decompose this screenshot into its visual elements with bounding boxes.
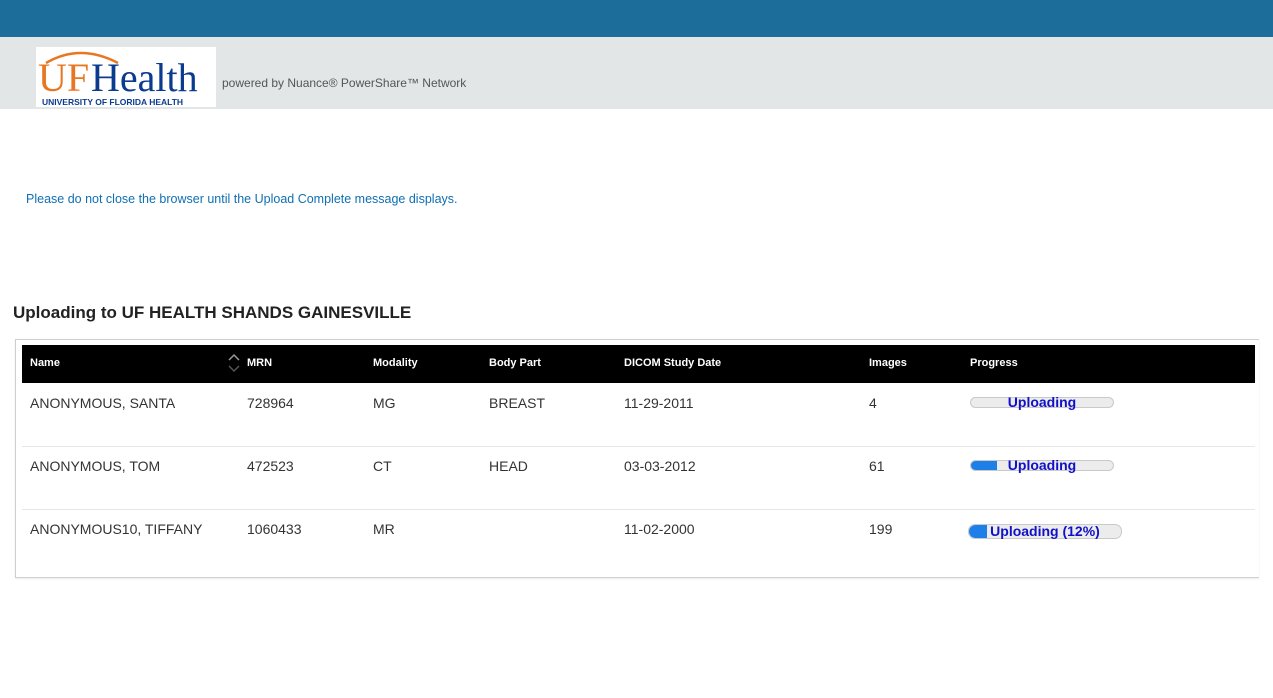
powered-by-text: powered by Nuance® PowerShare™ Network — [222, 76, 467, 90]
cell-body-part: BREAST — [489, 395, 546, 411]
cell-study-date: 03-03-2012 — [624, 458, 696, 474]
table-row[interactable]: ANONYMOUS, TOM 472523 CT HEAD 03-03-2012… — [22, 446, 1255, 510]
svg-text:UNIVERSITY OF FLORIDA HEALTH: UNIVERSITY OF FLORIDA HEALTH — [42, 97, 183, 107]
progress-bar: Uploading — [970, 394, 1114, 410]
col-body-part-header[interactable]: Body Part — [489, 357, 541, 369]
cell-modality: CT — [373, 458, 392, 474]
col-mrn-header[interactable]: MRN — [247, 357, 272, 369]
col-images-header[interactable]: Images — [869, 357, 907, 369]
upload-destination-title: Uploading to UF HEALTH SHANDS GAINESVILL… — [13, 303, 411, 323]
col-progress-header[interactable]: Progress — [970, 357, 1018, 369]
upload-prefix: Uploading to — [13, 303, 122, 322]
cell-mrn: 1060433 — [247, 521, 302, 537]
cell-mrn: 728964 — [247, 395, 294, 411]
cell-name: ANONYMOUS, TOM — [30, 458, 161, 474]
upload-notice: Please do not close the browser until th… — [26, 192, 458, 206]
col-name-header[interactable]: Name — [30, 357, 60, 369]
cell-study-date: 11-29-2011 — [624, 395, 694, 411]
cell-name: ANONYMOUS, SANTA — [30, 395, 176, 411]
col-study-date-header[interactable]: DICOM Study Date — [624, 357, 721, 369]
col-modality-header[interactable]: Modality — [373, 357, 418, 369]
progress-bar: Uploading (12%) — [968, 523, 1122, 539]
progress-bar: Uploading — [970, 457, 1114, 473]
cell-body-part: HEAD — [489, 458, 528, 474]
table-header: Name MRN Modality Body Part DICOM Study … — [22, 345, 1255, 383]
table-row[interactable]: ANONYMOUS, SANTA 728964 MG BREAST 11-29-… — [22, 383, 1255, 447]
top-bar — [0, 0, 1273, 37]
table-row[interactable]: ANONYMOUS10, TIFFANY 1060433 MR 11-02-20… — [22, 509, 1255, 572]
cell-images: 4 — [869, 395, 877, 411]
svg-text:Health: Health — [91, 55, 198, 100]
upload-destination: UF HEALTH SHANDS GAINESVILLE — [121, 303, 412, 322]
cell-mrn: 472523 — [247, 458, 294, 474]
cell-images: 199 — [869, 521, 893, 537]
svg-text:UF: UF — [38, 55, 89, 100]
cell-study-date: 11-02-2000 — [624, 521, 695, 537]
progress-label: Uploading (12%) — [990, 523, 1100, 539]
sort-icon[interactable] — [228, 352, 240, 374]
progress-label: Uploading — [1007, 394, 1077, 410]
cell-images: 61 — [869, 458, 885, 474]
upload-table: Name MRN Modality Body Part DICOM Study … — [15, 339, 1259, 578]
cell-name: ANONYMOUS10, TIFFANY — [30, 521, 203, 537]
cell-modality: MR — [373, 521, 395, 537]
uf-health-logo: UF Health UNIVERSITY OF FLORIDA HEALTH — [36, 47, 216, 107]
progress-label: Uploading — [1007, 457, 1077, 473]
cell-modality: MG — [373, 395, 396, 411]
